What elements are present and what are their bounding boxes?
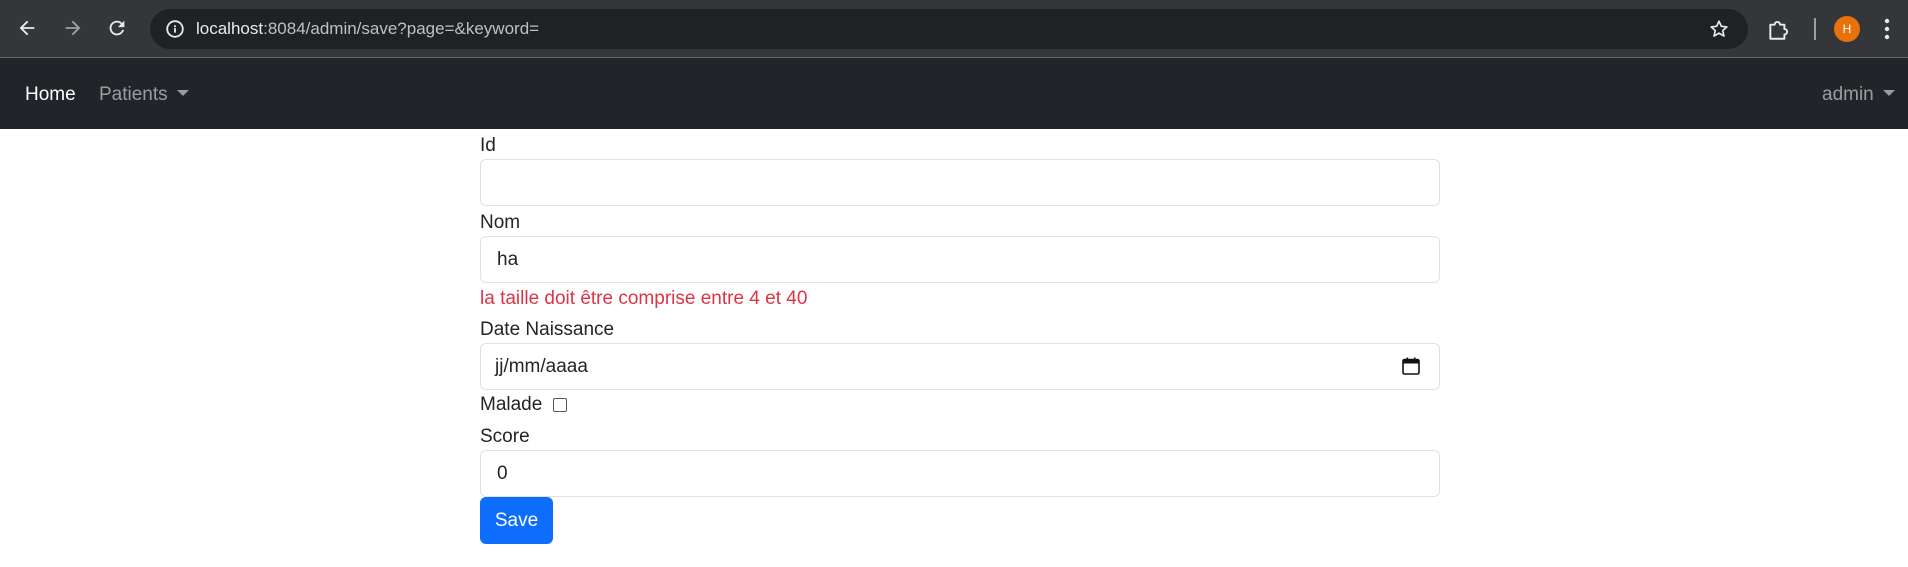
kebab-menu-icon[interactable]: [1882, 16, 1892, 42]
nav-user-label: admin: [1822, 84, 1874, 105]
score-label: Score: [480, 426, 530, 447]
extensions-icon[interactable]: [1766, 16, 1792, 42]
nav-user-dropdown[interactable]: admin: [1822, 84, 1895, 106]
date-placeholder: jj/mm/aaaa: [495, 356, 588, 377]
score-input[interactable]: [480, 450, 1440, 497]
calendar-icon[interactable]: [1401, 356, 1421, 376]
nav-patients-label: Patients: [99, 84, 168, 105]
url-path: :8084/admin/save?page=&keyword=: [263, 19, 540, 38]
reload-icon: [109, 20, 125, 36]
browser-toolbar: localhost:8084/admin/save?page=&keyword=…: [0, 0, 1908, 58]
date-naissance-label: Date Naissance: [480, 319, 615, 340]
id-label: Id: [480, 135, 496, 156]
nav-home-link[interactable]: Home: [25, 84, 76, 106]
id-input[interactable]: [480, 159, 1440, 206]
nom-error-message: la taille doit être comprise entre 4 et …: [480, 288, 808, 309]
star-icon[interactable]: [1708, 18, 1730, 40]
reload-button[interactable]: [99, 10, 135, 46]
toolbar-separator: [1814, 18, 1816, 40]
url-host: localhost: [196, 19, 264, 38]
back-arrow-icon: [19, 20, 35, 36]
forward-arrow-icon: [65, 20, 81, 36]
nom-input[interactable]: [480, 236, 1440, 283]
url-text: localhost:8084/admin/save?page=&keyword=: [196, 19, 539, 39]
malade-checkbox[interactable]: [553, 398, 567, 412]
save-button[interactable]: Save: [480, 497, 553, 544]
date-naissance-input[interactable]: jj/mm/aaaa: [480, 343, 1440, 390]
address-bar[interactable]: localhost:8084/admin/save?page=&keyword=: [150, 9, 1748, 49]
nom-label: Nom: [480, 212, 521, 233]
nav-patients-dropdown[interactable]: Patients: [99, 84, 189, 106]
malade-label: Malade: [480, 394, 543, 415]
profile-avatar[interactable]: H: [1834, 16, 1860, 42]
forward-button[interactable]: [55, 10, 91, 46]
caret-down-icon: [1882, 90, 1895, 96]
info-icon[interactable]: [164, 18, 186, 40]
back-button[interactable]: [9, 10, 45, 46]
app-navbar: Home Patients admin: [0, 58, 1908, 129]
caret-down-icon: [176, 90, 189, 96]
